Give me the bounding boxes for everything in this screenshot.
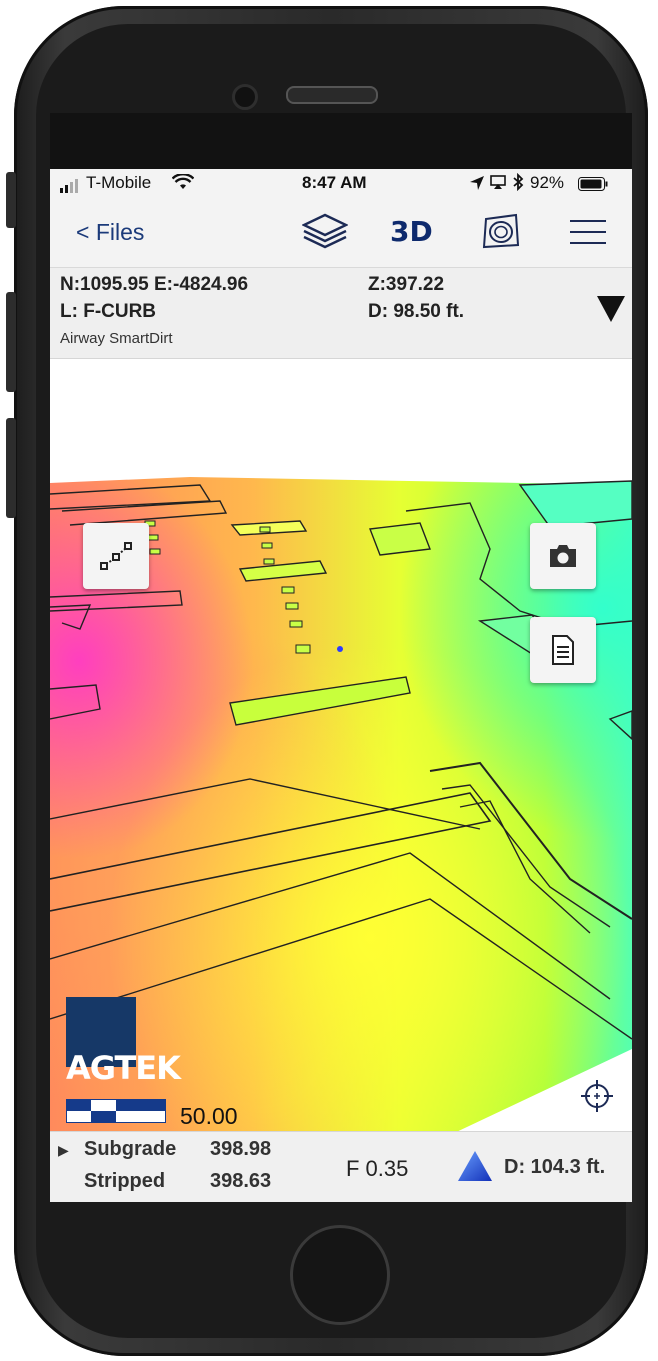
signal-icon: [60, 178, 86, 198]
mode-3d-toggle[interactable]: 3D: [390, 215, 433, 248]
top-black-area: [50, 113, 632, 169]
expand-arrow-icon[interactable]: ▶: [58, 1142, 69, 1159]
terrain-3d-view[interactable]: AGTEK 50.00: [50, 359, 632, 1135]
menu-icon[interactable]: [570, 219, 606, 250]
earpiece-speaker: [286, 86, 378, 104]
distance-value: D: 98.50 ft.: [368, 301, 465, 322]
front-camera: [232, 84, 258, 110]
measure-path-button[interactable]: [83, 523, 149, 589]
terrain-surface[interactable]: [50, 359, 632, 1135]
bluetooth-icon: [512, 172, 524, 196]
locate-crosshair-icon[interactable]: [580, 1079, 614, 1118]
fill-value: F 0.35: [346, 1156, 409, 1181]
direction-triangle-icon: [458, 1151, 492, 1186]
wifi-icon: [171, 173, 195, 195]
battery-percent: 92%: [530, 173, 565, 192]
status-bar: T-Mobile 8:47 AM 92%: [50, 169, 632, 197]
scale-value: 50.00: [180, 1103, 238, 1129]
nav-bar: < Files 3D: [50, 197, 632, 268]
project-name: Airway SmartDirt: [60, 330, 173, 347]
bottom-bar: ▶ Subgrade 398.98 Stripped 398.63 F 0.35…: [50, 1131, 632, 1202]
document-icon: [552, 635, 574, 665]
stripped-label[interactable]: Stripped: [84, 1170, 165, 1193]
scale-bar: [65, 1098, 167, 1128]
elevation-z: Z:397.22: [368, 274, 445, 295]
camera-button[interactable]: [530, 523, 596, 589]
measure-path-icon: [100, 542, 132, 570]
layers-icon[interactable]: [301, 211, 349, 256]
bottom-distance: D: 104.3 ft.: [504, 1156, 606, 1178]
mute-switch: [6, 172, 16, 228]
camera-icon: [550, 545, 576, 567]
subgrade-label[interactable]: Subgrade: [84, 1138, 176, 1161]
clock: 8:47 AM: [302, 173, 367, 192]
subgrade-value: 398.98: [210, 1138, 272, 1160]
report-button[interactable]: [530, 617, 596, 683]
info-bar[interactable]: N:1095.95 E:-4824.96 Z:397.22 L: F-CURB …: [50, 268, 632, 359]
volume-up-button: [6, 292, 16, 392]
airplay-icon: [490, 175, 506, 195]
home-button[interactable]: [290, 1225, 390, 1325]
expand-triangle-icon[interactable]: [597, 296, 625, 327]
battery-icon: [578, 176, 608, 196]
layer-name: L: F-CURB: [60, 301, 157, 322]
stripped-value: 398.63: [210, 1170, 272, 1192]
volume-down-button: [6, 418, 16, 518]
screen: T-Mobile 8:47 AM 92% < Files 3D N:1095.9…: [50, 113, 632, 1202]
carrier-name: T-Mobile: [86, 173, 152, 192]
coordinates: N:1095.95 E:-4824.96: [60, 274, 249, 295]
surface-view-icon[interactable]: [480, 211, 522, 256]
agtek-logo-text: AGTEK: [66, 1049, 181, 1087]
location-arrow-icon: [470, 175, 484, 195]
back-files-button[interactable]: < Files: [76, 219, 144, 246]
